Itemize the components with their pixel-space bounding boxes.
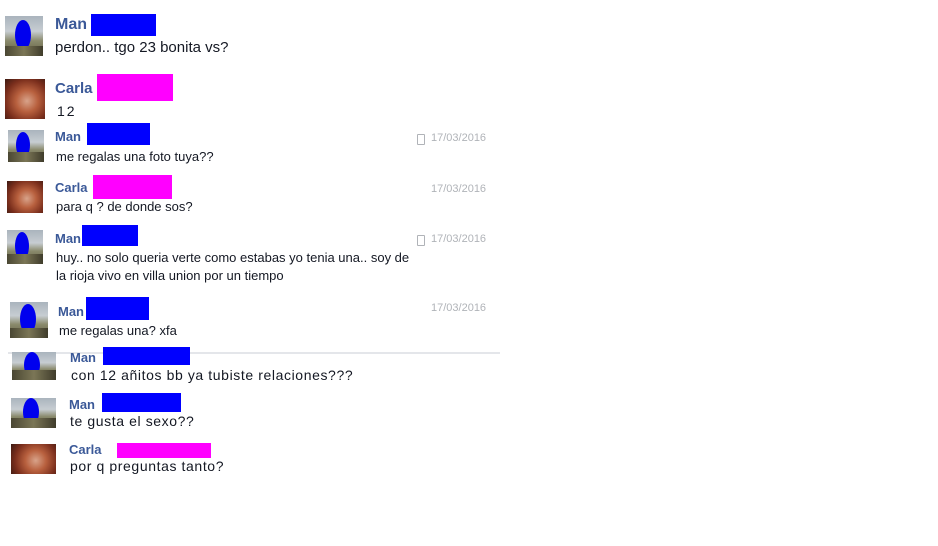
avatar[interactable] [7, 181, 43, 213]
message-text: para q ? de donde sos? [56, 199, 193, 214]
mobile-icon [417, 235, 425, 246]
message-text-line2: la rioja vivo en villa union por un tiem… [56, 268, 284, 283]
sender-name[interactable]: Carla [55, 80, 93, 97]
message-text: con 12 añitos bb ya tubiste relaciones??… [71, 367, 354, 383]
redaction-box [82, 225, 138, 246]
message-text: te gusta el sexo?? [70, 413, 195, 429]
redaction-box [86, 297, 149, 320]
timestamp: 17/03/2016 [431, 233, 487, 245]
avatar[interactable] [5, 79, 45, 119]
avatar[interactable] [11, 444, 56, 474]
avatar[interactable] [8, 130, 44, 162]
redaction-box [93, 175, 172, 199]
sender-name[interactable]: Man [55, 129, 81, 144]
message-text: me regalas una? xfa [59, 323, 177, 338]
sender-name[interactable]: Carla [55, 180, 88, 195]
message-text-line1: huy.. no solo queria verte como estabas … [56, 250, 410, 265]
avatar[interactable] [10, 302, 48, 338]
sender-name[interactable]: Man [70, 350, 96, 365]
timestamp: 17/03/2016 [431, 183, 487, 195]
message-text: perdon.. tgo 23 bonita vs? [55, 39, 229, 56]
sender-name[interactable]: Man [58, 304, 84, 319]
mobile-icon [417, 134, 425, 145]
timestamp: 17/03/2016 [431, 302, 487, 314]
timestamp: 17/03/2016 [431, 132, 487, 144]
redaction-box [87, 123, 150, 145]
avatar[interactable] [7, 230, 43, 264]
avatar[interactable] [5, 16, 43, 56]
redaction-box [117, 443, 211, 458]
sender-name[interactable]: Carla [69, 442, 102, 457]
message-text: me regalas una foto tuya?? [56, 149, 214, 164]
redaction-box [103, 347, 190, 365]
sender-name[interactable]: Man [69, 397, 95, 412]
message-text: 12 [57, 103, 77, 119]
redaction-box [97, 74, 173, 101]
sender-name[interactable]: Man [55, 16, 87, 34]
avatar[interactable] [12, 352, 56, 380]
avatar[interactable] [11, 398, 56, 428]
redaction-box [91, 14, 156, 36]
redaction-box [102, 393, 181, 412]
message-text: por q preguntas tanto? [70, 458, 225, 474]
sender-name[interactable]: Man [55, 231, 81, 246]
